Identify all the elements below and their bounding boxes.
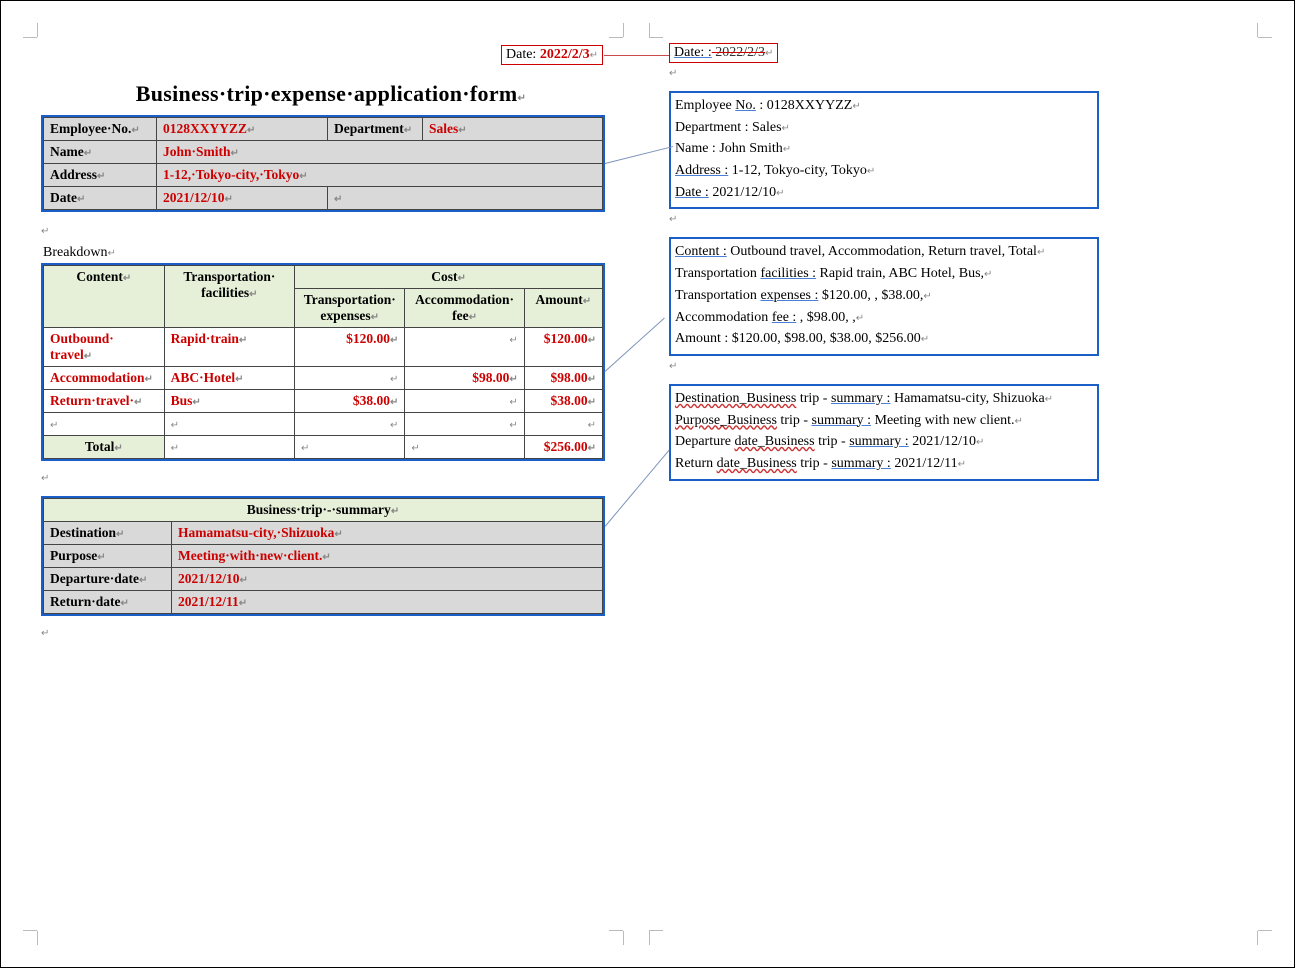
bd-r3-trans: ↵ bbox=[295, 413, 405, 436]
date-right-label: Date: : bbox=[674, 45, 712, 60]
employee-table: Employee·No.↵ 0128XXYYZZ↵ Department↵ Sa… bbox=[43, 117, 603, 210]
breakdown-table: Content↵ Transportation· facilities↵ Cos… bbox=[43, 265, 603, 459]
sum-dest-value: Hamamatsu-city,·Shizuoka↵ bbox=[172, 522, 603, 545]
bd-r0-amount: $120.00↵ bbox=[524, 328, 602, 367]
bd-total-trans: ↵ bbox=[295, 436, 405, 459]
sum-ret-label: Return·date↵ bbox=[44, 591, 172, 614]
bd-h-cost: Cost↵ bbox=[295, 266, 603, 289]
r-c-l5: Amount : $120.00, $98.00, $38.00, $256.0… bbox=[675, 328, 1093, 350]
name-label: Name↵ bbox=[44, 141, 157, 164]
date-label-cell: Date↵ bbox=[44, 187, 157, 210]
sum-dep-value: 2021/12/10↵ bbox=[172, 568, 603, 591]
bd-h-accomfee: Accommodation· fee↵ bbox=[405, 289, 524, 328]
r-s-l3: Departure date_Business trip - summary :… bbox=[675, 431, 1093, 453]
para-mark-3: ↵ bbox=[41, 628, 49, 639]
date-empty: ↵ bbox=[328, 187, 603, 210]
bd-total-fac: ↵ bbox=[164, 436, 294, 459]
bd-h-content: Content↵ bbox=[44, 266, 165, 328]
para-mark-r3: ↵ bbox=[669, 361, 677, 372]
r-c-l2: Transportation facilities : Rapid train,… bbox=[675, 263, 1093, 285]
employee-table-wrap: Employee·No.↵ 0128XXYYZZ↵ Department↵ Sa… bbox=[41, 115, 605, 212]
para-mark-r2: ↵ bbox=[669, 214, 677, 225]
bd-r1-amount: $98.00↵ bbox=[524, 367, 602, 390]
sum-dep-label: Departure·date↵ bbox=[44, 568, 172, 591]
bd-h-facilities: Transportation· facilities↵ bbox=[164, 266, 294, 328]
r-c-l1: Content : Outbound travel, Accommodation… bbox=[675, 241, 1093, 263]
address-value: 1-12,·Tokyo-city,·Tokyo↵ bbox=[157, 164, 603, 187]
date-right-value: 2022/2/3 bbox=[712, 45, 765, 60]
left-page: Business·trip·expense·application·form↵ … bbox=[41, 43, 621, 641]
table-row: ↵ ↵ ↵ ↵ ↵ bbox=[44, 413, 603, 436]
r-emp-l5: Date : 2021/12/10↵ bbox=[675, 182, 1093, 204]
emp-no-value: 0128XXYYZZ↵ bbox=[157, 118, 328, 141]
date-value-cell: 2021/12/10↵ bbox=[157, 187, 328, 210]
bd-r1-trans: ↵ bbox=[295, 367, 405, 390]
bd-r0-fac: Rapid·train↵ bbox=[164, 328, 294, 367]
bd-r2-accom: ↵ bbox=[405, 390, 524, 413]
bd-r3-amount: ↵ bbox=[524, 413, 602, 436]
summary-title: Business·trip·-·summary↵ bbox=[44, 499, 603, 522]
para-mark-r1: ↵ bbox=[669, 68, 677, 79]
bd-r2-amount: $38.00↵ bbox=[524, 390, 602, 413]
right-summary-box: Destination_Business trip - summary : Ha… bbox=[669, 384, 1099, 481]
bd-r2-fac: Bus↵ bbox=[164, 390, 294, 413]
bd-r1-accom: $98.00↵ bbox=[405, 367, 524, 390]
bd-r3-accom: ↵ bbox=[405, 413, 524, 436]
r-emp-l2: Department : Sales↵ bbox=[675, 117, 1093, 139]
name-value: John·Smith↵ bbox=[157, 141, 603, 164]
sum-dest-label: Destination↵ bbox=[44, 522, 172, 545]
bd-total-label: Total↵ bbox=[44, 436, 165, 459]
bd-r2-content: Return·travel·↵ bbox=[44, 390, 165, 413]
table-row: Return·travel·↵ Bus↵ $38.00↵ ↵ $38.00↵ bbox=[44, 390, 603, 413]
date-box-right: Date: : 2022/2/3↵ bbox=[669, 43, 778, 63]
bd-r1-content: Accommodation↵ bbox=[44, 367, 165, 390]
dept-label: Department↵ bbox=[328, 118, 423, 141]
r-s-l4: Return date_Business trip - summary : 20… bbox=[675, 453, 1093, 475]
para-mark: ↵ bbox=[41, 226, 49, 237]
address-label: Address↵ bbox=[44, 164, 157, 187]
para-mark-2: ↵ bbox=[41, 473, 49, 484]
breakdown-label: Breakdown↵ bbox=[43, 245, 621, 261]
emp-no-label: Employee·No.↵ bbox=[44, 118, 157, 141]
sum-purpose-value: Meeting·with·new·client.↵ bbox=[172, 545, 603, 568]
sum-ret-value: 2021/12/11↵ bbox=[172, 591, 603, 614]
bd-r0-accom: ↵ bbox=[405, 328, 524, 367]
bd-h-amount: Amount↵ bbox=[524, 289, 602, 328]
r-emp-l3: Name : John Smith↵ bbox=[675, 138, 1093, 160]
bd-r2-trans: $38.00↵ bbox=[295, 390, 405, 413]
right-emp-box: Employee No. : 0128XXYYZZ↵ Department : … bbox=[669, 91, 1099, 209]
right-page: Date: : 2022/2/3↵ ↵ Employee No. : 0128X… bbox=[669, 43, 1099, 481]
bd-r3-content: ↵ bbox=[44, 413, 165, 436]
summary-table: Business·trip·-·summary↵ Destination↵ Ha… bbox=[43, 498, 603, 614]
r-emp-l4: Address : 1-12, Tokyo-city, Tokyo↵ bbox=[675, 160, 1093, 182]
r-s-l1: Destination_Business trip - summary : Ha… bbox=[675, 388, 1093, 410]
r-c-l3: Transportation expenses : $120.00, , $38… bbox=[675, 285, 1093, 307]
bd-total-accom: ↵ bbox=[405, 436, 524, 459]
table-row: Total↵ ↵ ↵ ↵ $256.00↵ bbox=[44, 436, 603, 459]
bd-h-transexp: Transportation· expenses↵ bbox=[295, 289, 405, 328]
table-row: Accommodation↵ ABC·Hotel↵ ↵ $98.00↵ $98.… bbox=[44, 367, 603, 390]
page-title: Business·trip·expense·application·form↵ bbox=[41, 81, 621, 107]
bd-r3-fac: ↵ bbox=[164, 413, 294, 436]
bd-r0-trans: $120.00↵ bbox=[295, 328, 405, 367]
sum-purpose-label: Purpose↵ bbox=[44, 545, 172, 568]
bd-r1-fac: ABC·Hotel↵ bbox=[164, 367, 294, 390]
bd-r0-content: Outbound· travel↵ bbox=[44, 328, 165, 367]
r-emp-l1: Employee No. : 0128XXYYZZ↵ bbox=[675, 95, 1093, 117]
summary-table-wrap: Business·trip·-·summary↵ Destination↵ Ha… bbox=[41, 496, 605, 616]
right-content-box: Content : Outbound travel, Accommodation… bbox=[669, 237, 1099, 355]
bd-total-amount: $256.00↵ bbox=[524, 436, 602, 459]
r-c-l4: Accommodation fee : , $98.00, ,↵ bbox=[675, 307, 1093, 329]
r-s-l2: Purpose_Business trip - summary : Meetin… bbox=[675, 410, 1093, 432]
table-row: Outbound· travel↵ Rapid·train↵ $120.00↵ … bbox=[44, 328, 603, 367]
breakdown-table-wrap: Content↵ Transportation· facilities↵ Cos… bbox=[41, 263, 605, 461]
dept-value: Sales↵ bbox=[423, 118, 603, 141]
